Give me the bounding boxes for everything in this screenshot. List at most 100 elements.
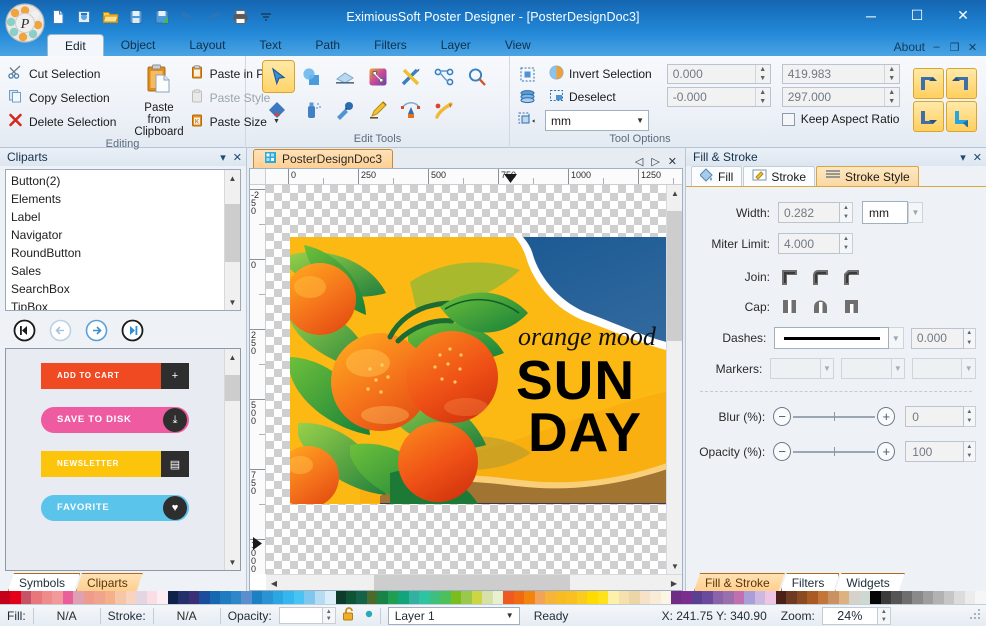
palette-swatch[interactable] — [304, 591, 315, 604]
chevron-down-icon[interactable]: ▼ — [506, 611, 514, 620]
palette-swatch[interactable] — [345, 591, 357, 604]
join-round-button[interactable] — [809, 266, 831, 287]
marker-end-arrow[interactable]: ▼ — [962, 358, 976, 379]
palette-swatch[interactable] — [146, 591, 158, 604]
palette-swatch[interactable] — [73, 591, 84, 604]
palette-swatch[interactable] — [272, 591, 284, 604]
save-icon[interactable] — [125, 6, 147, 28]
stroke-width-input[interactable]: 0.282 — [778, 202, 840, 223]
measure-tool[interactable] — [395, 61, 426, 92]
palette-swatch[interactable] — [744, 591, 755, 604]
ribbon-tab-path[interactable]: Path — [298, 34, 357, 56]
ribbon-tab-object[interactable]: Object — [104, 34, 173, 56]
tab-filters[interactable]: Filters — [781, 573, 840, 591]
opacity-slider-track[interactable] — [793, 446, 876, 456]
width-spinner-arrows[interactable]: ▲ ▼ — [883, 65, 899, 83]
cap-butt-button[interactable] — [778, 296, 800, 317]
brush-tool[interactable] — [428, 94, 459, 125]
x-position-input[interactable] — [667, 65, 755, 83]
paste-from-clipboard-button[interactable]: Paste from Clipboard — [134, 61, 184, 138]
y-position-input[interactable] — [667, 88, 755, 106]
customize-toolbar-icon[interactable] — [255, 6, 277, 28]
palette-swatch[interactable] — [230, 591, 242, 604]
deselect-button[interactable]: Deselect — [545, 87, 656, 107]
blur-increase-button[interactable]: + — [877, 407, 896, 426]
cap-square-button[interactable] — [840, 296, 862, 317]
palette-swatch[interactable] — [335, 591, 346, 604]
new-document-icon[interactable] — [47, 6, 69, 28]
opacity-spinner[interactable]: ▲ ▼ — [963, 441, 976, 462]
dash-pattern-dropdown-arrow[interactable]: ▼ — [888, 327, 904, 349]
tab-symbols[interactable]: Symbols — [8, 573, 80, 591]
palette-swatch[interactable] — [733, 591, 745, 604]
palette-swatch[interactable] — [471, 591, 483, 604]
palette-swatch[interactable] — [534, 591, 546, 604]
tab-stroke-style[interactable]: Stroke Style — [816, 166, 919, 186]
fill-tool[interactable] — [263, 94, 294, 125]
opacity-decrease-button[interactable]: − — [773, 442, 792, 461]
x-spinner-arrows[interactable]: ▲ ▼ — [754, 65, 770, 83]
blur-spin-up[interactable]: ▲ — [964, 407, 975, 417]
document-close-icon[interactable]: ✕ — [668, 155, 677, 168]
palette-swatch[interactable] — [62, 591, 74, 604]
palette-swatch[interactable] — [157, 591, 168, 604]
palette-swatch[interactable] — [786, 591, 797, 604]
palette-swatch[interactable] — [0, 591, 11, 604]
cliparts-list-scrollbar[interactable]: ▲ ▼ — [224, 170, 240, 310]
list-item[interactable]: Button(2) — [6, 172, 224, 190]
width-spinner[interactable]: ▲ ▼ — [781, 64, 900, 84]
palette-swatch[interactable] — [20, 591, 32, 604]
delete-selection-button[interactable]: Delete Selection — [6, 111, 122, 132]
tab-fill[interactable]: Fill — [691, 166, 743, 186]
mdi-minimize-button[interactable]: – — [930, 41, 943, 53]
previous-page-button[interactable] — [49, 319, 72, 342]
canvas-vertical-scrollbar[interactable]: ▲ ▼ — [666, 185, 682, 574]
connector-tool[interactable] — [428, 61, 459, 92]
canvas-vscroll-track[interactable] — [667, 201, 682, 558]
palette-swatch[interactable] — [377, 591, 388, 604]
preview-scroll-track[interactable] — [224, 365, 240, 554]
select-all-icon[interactable] — [516, 64, 538, 84]
mdi-close-button[interactable]: ✕ — [966, 41, 979, 54]
miter-limit-spin-up[interactable]: ▲ — [840, 234, 852, 244]
eyedropper-tool[interactable] — [329, 94, 360, 125]
palette-swatch[interactable] — [566, 591, 577, 604]
clipart-save-to-disk[interactable]: SAVE TO DISK ⤓ — [41, 407, 189, 433]
zoom-value-box[interactable]: 24% — [821, 606, 878, 625]
height-spinner-arrows[interactable]: ▲ ▼ — [883, 88, 899, 106]
palette-swatch[interactable] — [10, 591, 21, 604]
last-page-button[interactable] — [121, 319, 144, 342]
stroke-status-value-wrap[interactable]: N/A — [154, 605, 220, 626]
palette-swatch[interactable] — [681, 591, 692, 604]
palette-swatch[interactable] — [482, 591, 493, 604]
document-prev-arrow[interactable]: ◁ — [635, 155, 643, 168]
list-item[interactable]: SearchBox — [6, 280, 224, 298]
keep-aspect-ratio-checkbox[interactable]: Keep Aspect Ratio — [781, 112, 900, 126]
canvas[interactable]: orange mood SUN DAY — [266, 185, 666, 574]
palette-swatch[interactable] — [922, 591, 934, 604]
dash-offset-spin-down[interactable]: ▼ — [964, 338, 975, 348]
palette-swatch[interactable] — [220, 591, 231, 604]
clipart-favorite[interactable]: FAVORITE ♥ — [41, 495, 189, 521]
opacity-spin-up[interactable]: ▲ — [964, 442, 975, 452]
gradient-tool[interactable] — [362, 61, 393, 92]
miter-limit-input[interactable]: 4.000 — [778, 233, 840, 254]
cliparts-preview-area[interactable]: ADD TO CART + SAVE TO DISK ⤓ NEWSLETTER … — [5, 348, 241, 571]
scroll-track[interactable] — [224, 186, 240, 294]
dash-offset-spinner[interactable]: ▲ ▼ — [963, 327, 976, 349]
copy-selection-button[interactable]: Copy Selection — [6, 87, 122, 108]
ribbon-tab-layer[interactable]: Layer — [424, 34, 488, 56]
palette-swatch[interactable] — [933, 591, 944, 604]
clipart-newsletter[interactable]: NEWSLETTER ▤ — [41, 451, 189, 477]
palette-swatch[interactable] — [52, 591, 63, 604]
palette-swatch[interactable] — [429, 591, 441, 604]
y-spinner-arrows[interactable]: ▲ ▼ — [754, 88, 770, 106]
canvas-scroll-right-icon[interactable]: ▶ — [666, 575, 682, 591]
palette-swatch[interactable] — [251, 591, 263, 604]
zoom-tool[interactable] — [461, 61, 492, 92]
palette-swatch[interactable] — [597, 591, 609, 604]
palette-swatch[interactable] — [639, 591, 651, 604]
canvas-vscroll-thumb[interactable] — [667, 211, 682, 341]
palette-swatch[interactable] — [807, 591, 818, 604]
width-input[interactable] — [782, 65, 884, 83]
